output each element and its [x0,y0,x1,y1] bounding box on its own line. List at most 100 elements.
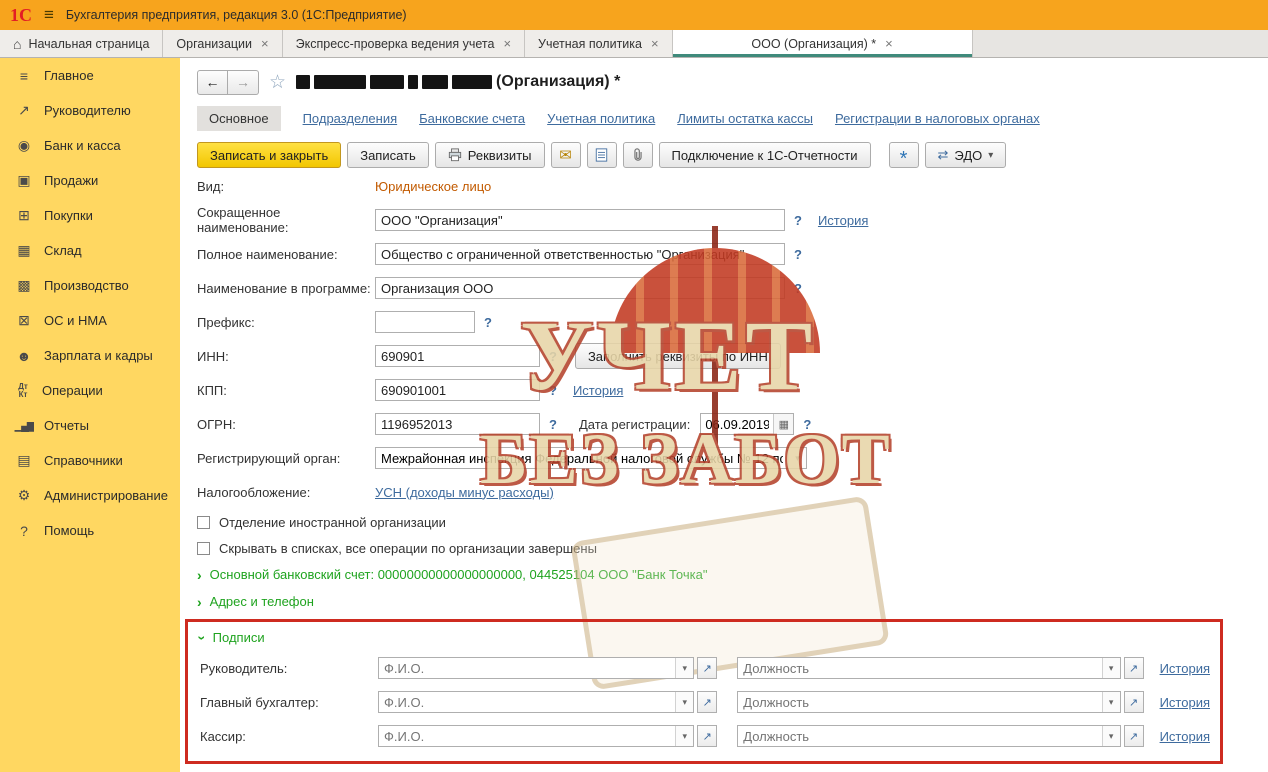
chevron-down-icon[interactable]: ▾ [675,692,693,712]
director-label: Руководитель: [200,661,378,676]
edo-icon: ⇄ [938,147,949,163]
foreign-branch-checkbox[interactable] [197,516,210,529]
forward-button[interactable]: → [228,70,259,95]
discussions-button[interactable]: * [889,142,919,168]
form-navigation: Основное Подразделения Банковские счета … [197,105,1268,131]
edo-button[interactable]: ⇄ ЭДО ▾ [925,142,1007,168]
hide-in-lists-checkbox[interactable] [197,542,210,555]
sidebar-item-administration[interactable]: ⚙Администрирование [0,478,180,513]
navlink-tax-registrations[interactable]: Регистрации в налоговых органах [835,111,1040,126]
short-name-history-link[interactable]: История [818,213,868,228]
sidebar-label: Руководителю [44,103,131,118]
help-icon[interactable]: ? [549,349,557,364]
sidebar-item-manager[interactable]: ↗Руководителю [0,93,180,128]
chief-accountant-position-input[interactable] [738,693,1101,711]
sidebar-item-sales[interactable]: ▣Продажи [0,163,180,198]
taxation-link[interactable]: УСН (доходы минус расходы) [375,485,554,500]
sidebar-item-purchases[interactable]: ⊞Покупки [0,198,180,233]
chevron-down-icon[interactable]: ▾ [1102,726,1120,746]
requisites-button[interactable]: Реквизиты [435,142,545,168]
navlink-bank-accounts[interactable]: Банковские счета [419,111,525,126]
kpp-history-link[interactable]: История [573,383,623,398]
full-name-input[interactable] [375,243,785,265]
tab-home[interactable]: ⌂ Начальная страница [0,30,163,57]
director-position-input[interactable] [738,659,1101,677]
help-icon[interactable]: ? [549,383,557,398]
help-icon[interactable]: ? [803,417,811,432]
ogrn-input[interactable] [375,413,540,435]
hamburger-menu-icon[interactable]: ≡ [44,5,54,25]
fill-by-inn-button[interactable]: Заполнить реквизиты по ИНН [575,343,781,369]
chevron-down-icon[interactable]: ▾ [675,658,693,678]
tab-label: ООО (Организация) * [751,37,876,51]
calendar-icon[interactable]: ▦ [773,414,793,434]
chief-accountant-history-link[interactable]: История [1160,695,1210,710]
favorites-star-icon[interactable]: ☆ [269,71,286,94]
navlink-cash-limits[interactable]: Лимиты остатка кассы [677,111,813,126]
save-button[interactable]: Записать [347,142,429,168]
document-button[interactable] [587,142,617,168]
inn-input[interactable] [375,345,540,367]
kpp-input[interactable] [375,379,540,401]
help-icon[interactable]: ? [484,315,492,330]
cashier-fio-input[interactable] [379,727,675,745]
chevron-down-icon[interactable]: ▾ [675,726,693,746]
reg-authority-input[interactable] [376,449,788,467]
sidebar-item-reports[interactable]: ▁▄▆Отчеты [0,408,180,443]
sidebar-item-salary-hr[interactable]: ☻Зарплата и кадры [0,338,180,373]
tab-organizations[interactable]: Организации × [163,30,282,57]
short-name-input[interactable] [375,209,785,231]
help-icon[interactable]: ? [794,213,802,228]
attachments-button[interactable] [623,142,653,168]
tab-express-check[interactable]: Экспресс-проверка ведения учета × [283,30,525,57]
help-icon[interactable]: ? [794,281,802,296]
sidebar-item-main[interactable]: ≡Главное [0,58,180,93]
reg-date-input[interactable] [701,415,773,433]
send-email-button[interactable]: ✉ [551,142,581,168]
tab-organization-card[interactable]: ООО (Организация) * × [673,30,973,57]
cashier-label: Кассир: [200,729,378,744]
signatures-group[interactable]: Подписи [213,630,265,645]
sidebar-item-fixed-assets[interactable]: ⊠ОС и НМА [0,303,180,338]
chevron-down-icon[interactable]: ▾ [1102,658,1120,678]
sidebar-label: Продажи [44,173,98,188]
help-icon[interactable]: ? [549,417,557,432]
open-icon[interactable]: ↗ [697,691,717,713]
open-icon[interactable]: ↗ [1124,691,1144,713]
cashier-history-link[interactable]: История [1160,729,1210,744]
prefix-input[interactable] [375,311,475,333]
program-name-input[interactable] [375,277,785,299]
sidebar-item-bank-cash[interactable]: ◉Банк и касса [0,128,180,163]
save-and-close-button[interactable]: Записать и закрыть [197,142,341,168]
chief-accountant-position-group: ▾ [737,691,1120,713]
sidebar-item-production[interactable]: ▩Производство [0,268,180,303]
chevron-down-icon[interactable]: ▾ [1102,692,1120,712]
connect-1c-reporting-button[interactable]: Подключение к 1С-Отчетности [659,142,871,168]
tab-accounting-policy[interactable]: Учетная политика × [525,30,673,57]
open-icon[interactable]: ↗ [1124,657,1144,679]
cashier-position-group: ▾ [737,725,1120,747]
chevron-down-icon[interactable]: ▾ [788,448,806,468]
open-icon[interactable]: ↗ [697,725,717,747]
chief-accountant-fio-input[interactable] [379,693,675,711]
navlink-accounting-policy[interactable]: Учетная политика [547,111,655,126]
help-icon[interactable]: ? [794,247,802,262]
close-icon[interactable]: × [261,36,269,51]
back-button[interactable]: ← [197,70,228,95]
close-icon[interactable]: × [651,36,659,51]
sidebar-item-operations[interactable]: Дт КтОперации [0,373,180,408]
sidebar-item-warehouse[interactable]: ▦Склад [0,233,180,268]
open-icon[interactable]: ↗ [1124,725,1144,747]
navlink-subdivisions[interactable]: Подразделения [303,111,398,126]
close-icon[interactable]: × [503,36,511,51]
close-icon[interactable]: × [885,36,893,51]
sidebar-item-catalogs[interactable]: ▤Справочники [0,443,180,478]
navlink-main[interactable]: Основное [197,106,281,131]
director-history-link[interactable]: История [1160,661,1210,676]
sidebar-item-help[interactable]: ?Помощь [0,513,180,548]
main-bank-account-group[interactable]: Основной банковский счет: 00000000000000… [210,567,708,582]
cashier-position-input[interactable] [738,727,1101,745]
address-phone-group[interactable]: Адрес и телефон [210,594,314,609]
director-fio-input[interactable] [379,659,675,677]
open-icon[interactable]: ↗ [697,657,717,679]
